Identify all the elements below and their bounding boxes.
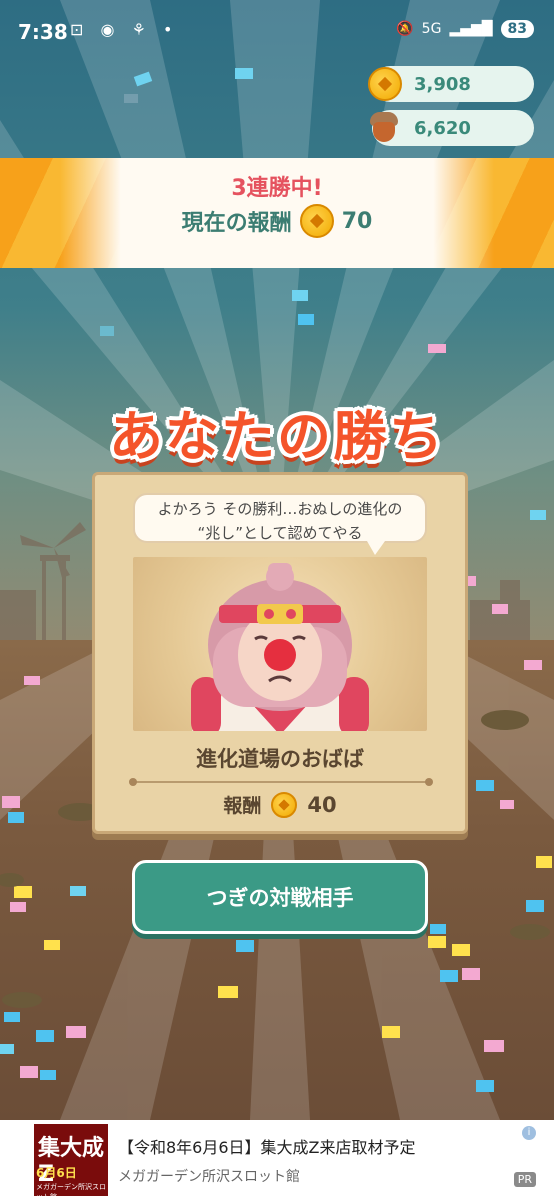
battery-icon: 83 <box>500 20 534 38</box>
ad-pr-badge: PR <box>513 1172 536 1187</box>
opponent-card: よかろう その勝利…おぬしの進化の “兆し”として認めてやる 進化道場のおばば … <box>92 472 468 834</box>
card-divider <box>129 778 433 786</box>
coin-icon <box>299 204 334 238</box>
ad-image[interactable]: 集大成Z 6月6日 メガガーデン所沢スロット館 <box>34 1124 108 1196</box>
old-woman-illustration <box>191 563 369 731</box>
ad-subtitle[interactable]: メガガーデン所沢スロット館 <box>118 1166 300 1186</box>
opponent-reward-value: 40 <box>307 792 337 817</box>
notification-icons: ⊡ ◉ ⚘ • <box>70 20 179 39</box>
status-bar: 7:38 ⊡ ◉ ⚘ • 🔕 5G ▂▄▆█ 83 <box>0 0 554 66</box>
status-right: 🔕 5G ▂▄▆█ 83 <box>396 20 534 38</box>
opponent-name: 進化道場のおばば <box>196 747 364 771</box>
status-time: 7:38 <box>18 20 68 44</box>
ad-image-store: メガガーデン所沢スロット館 <box>36 1183 106 1196</box>
coin-icon <box>271 791 298 818</box>
speech-bubble: よかろう その勝利…おぬしの進化の “兆し”として認めてやる <box>133 493 427 543</box>
acorn-balance[interactable]: 6,620 <box>370 110 534 146</box>
acorn-icon <box>370 112 398 142</box>
coin-count: 3,908 <box>414 73 471 95</box>
coin-balance[interactable]: 3,908 <box>368 66 534 102</box>
ad-title[interactable]: 【令和8年6月6日】集大成Z来店取材予定 <box>118 1134 416 1158</box>
ad-image-date: 6月6日 <box>36 1166 77 1180</box>
win-streak-text: 3連勝中! <box>231 176 323 201</box>
current-reward-value: 70 <box>341 208 373 234</box>
speech-line-1: よかろう その勝利…おぬしの進化の <box>157 500 403 518</box>
current-reward: 現在の報酬 70 <box>0 204 554 238</box>
opponent-portrait <box>133 557 427 731</box>
coin-icon <box>368 67 402 101</box>
info-icon[interactable]: i <box>522 1126 536 1140</box>
speech-bubble-tail <box>367 541 385 555</box>
acorn-count: 6,620 <box>414 117 471 139</box>
mute-icon: 🔕 <box>396 21 414 37</box>
ad-banner[interactable]: 集大成Z 6月6日 メガガーデン所沢スロット館 【令和8年6月6日】集大成Z来店… <box>0 1120 554 1200</box>
opponent-reward-label: 報酬 <box>223 795 262 817</box>
next-opponent-button[interactable]: つぎの対戦相手 <box>132 860 428 934</box>
opponent-reward: 報酬 40 <box>95 791 465 818</box>
signal-icon: ▂▄▆█ <box>449 21 493 37</box>
current-reward-label: 現在の報酬 <box>181 211 292 236</box>
victory-title: あなたの勝ち <box>109 405 445 468</box>
network-label: 5G <box>421 21 442 37</box>
